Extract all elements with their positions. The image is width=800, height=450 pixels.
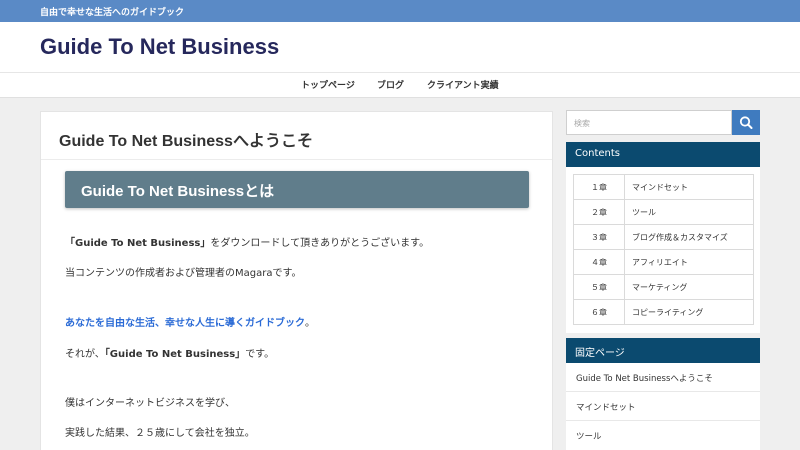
search-icon xyxy=(739,116,753,129)
search-input[interactable] xyxy=(567,112,727,135)
contents-row[interactable]: １章 マインドセット xyxy=(573,174,754,200)
chapter-title[interactable]: ツール xyxy=(624,199,754,225)
chapter-number: ４章 xyxy=(573,249,625,275)
paragraph-thanks-text: をダウンロードして頂きありがとうございます。 xyxy=(210,238,430,249)
fixed-page-label: ツール xyxy=(576,432,602,442)
nav-item-client-results[interactable]: クライアント実績 xyxy=(427,78,499,91)
contents-row[interactable]: ３章 ブログ作成＆カスタマイズ xyxy=(573,224,754,250)
contents-widget-title: Contents xyxy=(575,148,620,159)
paragraph-that-is-end: です。 xyxy=(245,349,275,360)
contents-row[interactable]: ６章 コピーライティング xyxy=(573,299,754,325)
main-navigation: トップページ ブログ クライアント実績 xyxy=(0,72,800,98)
chapter-number: ２章 xyxy=(573,199,625,225)
site-tagline: 自由で幸せな生活へのガイドブック xyxy=(40,8,185,18)
fixed-page-label: Guide To Net Businessへようこそ xyxy=(576,374,713,384)
chapter-number: １章 xyxy=(573,174,625,200)
chapter-number: ６章 xyxy=(573,299,625,325)
chapter-title[interactable]: ブログ作成＆カスタマイズ xyxy=(624,224,754,250)
contents-row[interactable]: ５章 マーケティング xyxy=(573,274,754,300)
nav-item-blog[interactable]: ブログ xyxy=(377,78,404,91)
chapter-number: ５章 xyxy=(573,274,625,300)
book-name-strong-2: 「Guide To Net Business」 xyxy=(104,349,246,360)
chapter-title[interactable]: マーケティング xyxy=(624,274,754,300)
section-heading: Guide To Net Businessとは xyxy=(65,171,529,208)
fixed-page-link-tools[interactable]: ツール xyxy=(566,421,760,450)
fixed-page-label: マインドセット xyxy=(576,403,636,413)
contents-row[interactable]: ４章 アフィリエイト xyxy=(573,249,754,275)
contents-row[interactable]: ２章 ツール xyxy=(573,199,754,225)
site-header: Guide To Net Business xyxy=(0,22,800,72)
site-title-link[interactable]: Guide To Net Business xyxy=(40,34,279,60)
book-name-strong: 「Guide To Net Business」 xyxy=(65,238,211,249)
contents-widget-header: Contents xyxy=(566,142,760,167)
title-divider xyxy=(41,159,552,160)
contents-table: １章 マインドセット ２章 ツール ３章 ブログ作成＆カスタマイズ ４章 アフィリエイト… xyxy=(573,174,754,325)
search-button[interactable] xyxy=(732,110,760,135)
chapter-number: ３章 xyxy=(573,224,625,250)
fixed-page-link-welcome[interactable]: Guide To Net Businessへようこそ xyxy=(566,363,760,392)
paragraph-that-is-start: それが、 xyxy=(65,349,105,360)
chapter-title[interactable]: コピーライティング xyxy=(624,299,754,325)
chapter-title[interactable]: アフィリエイト xyxy=(624,249,754,275)
fixed-pages-widget-title: 固定ページ xyxy=(575,348,625,359)
section-heading-text: Guide To Net Businessとは xyxy=(81,183,275,200)
top-bar: 自由で幸せな生活へのガイドブック xyxy=(0,0,800,22)
paragraph-learned: 僕はインターネットビジネスを学び、 xyxy=(65,398,235,409)
highlight-text: あなたを自由な生活、幸せな人生に導くガイドブック xyxy=(65,318,305,329)
paragraph-that-is: それが、「Guide To Net Business」です。 xyxy=(65,345,274,360)
chapter-title[interactable]: マインドセット xyxy=(624,174,754,200)
paragraph-author: 当コンテンツの作成者および管理者のMagaraです。 xyxy=(65,268,302,279)
paragraph-thanks: 「Guide To Net Business」をダウンロードして頂きありがとうご… xyxy=(65,234,429,249)
fixed-pages-widget: Guide To Net Businessへようこそ マインドセット ツール xyxy=(566,363,760,450)
paragraph-independent: 実践した結果、２５歳にして会社を独立。 xyxy=(65,428,255,439)
highlight-end: 。 xyxy=(305,318,315,329)
fixed-pages-widget-header: 固定ページ xyxy=(566,338,760,363)
page-title: Guide To Net Businessへようこそ xyxy=(59,133,313,150)
nav-item-top-page[interactable]: トップページ xyxy=(301,78,355,91)
main-content: Guide To Net Businessへようこそ Guide To Net … xyxy=(40,111,553,450)
paragraph-highlight: あなたを自由な生活、幸せな人生に導くガイドブック。 xyxy=(65,314,315,329)
search-box xyxy=(566,110,732,135)
fixed-page-link-mindset[interactable]: マインドセット xyxy=(566,392,760,421)
